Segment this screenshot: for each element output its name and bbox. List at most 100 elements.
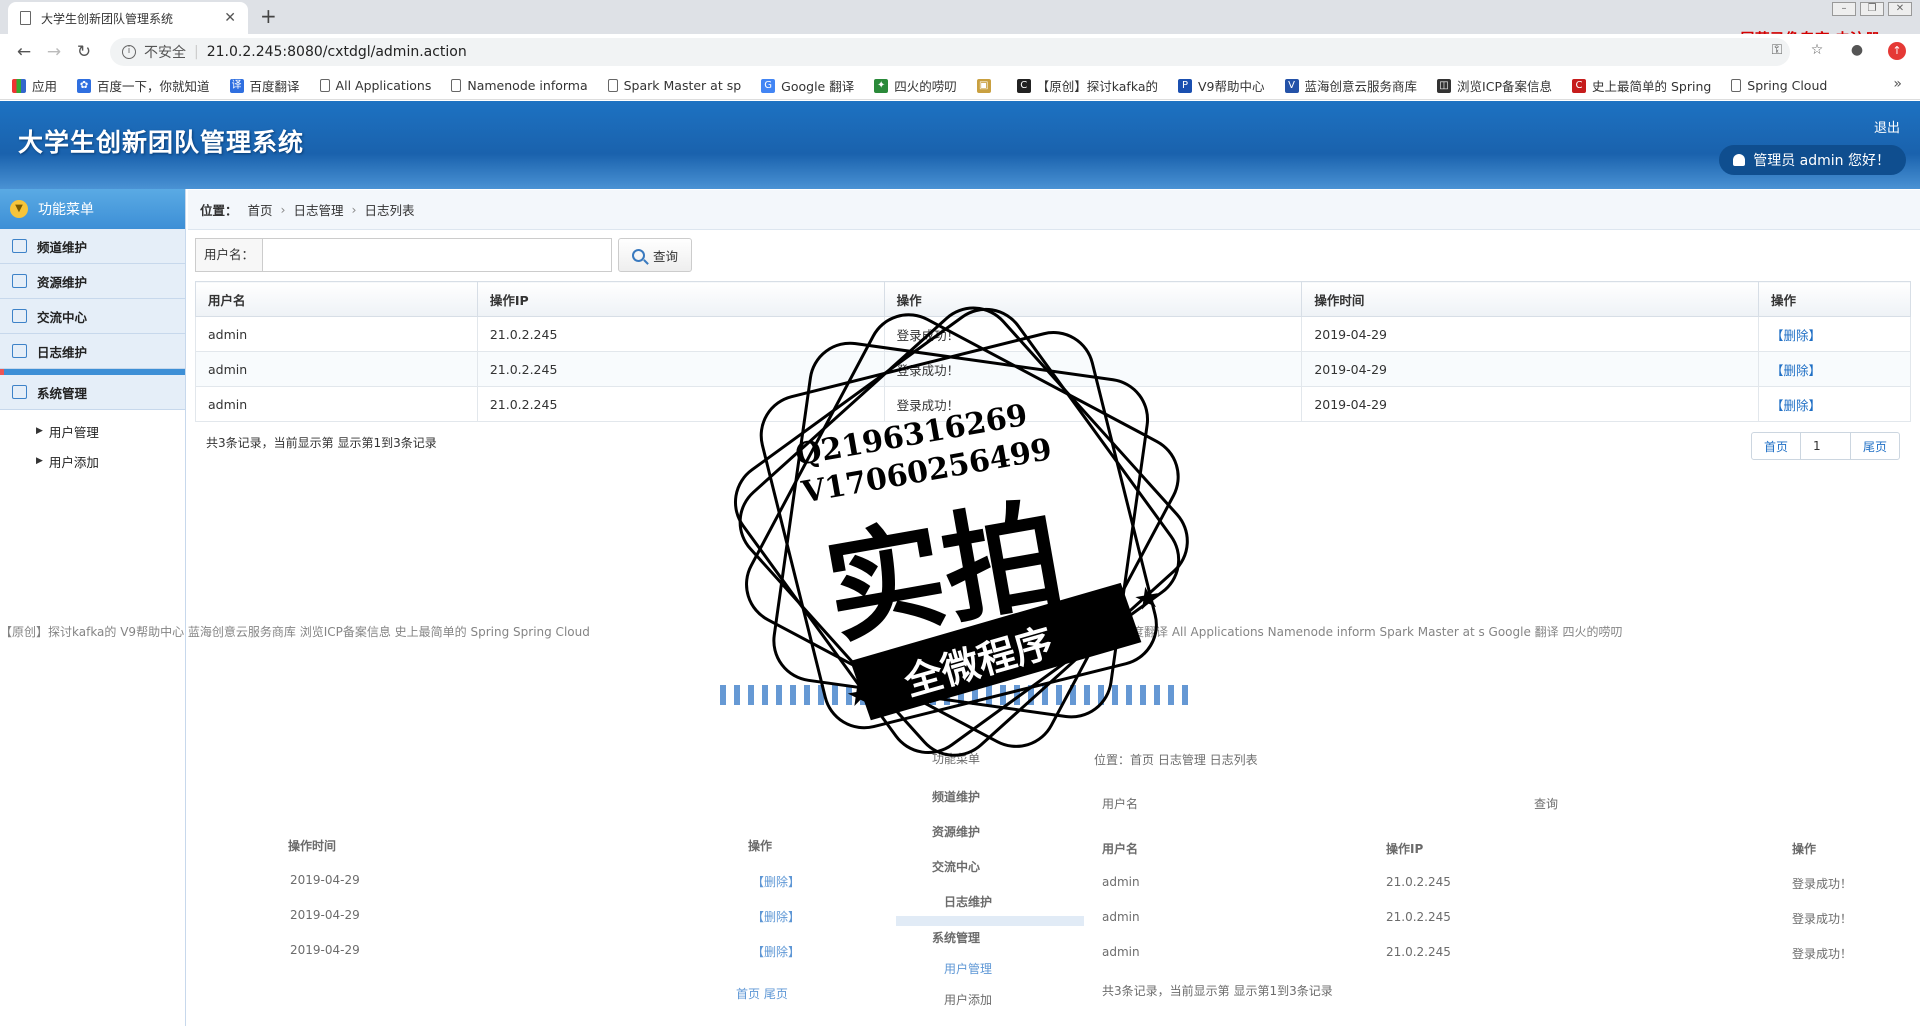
address-bar[interactable]: i 不安全 | 21.0.2.245:8080/cxtdgl/admin.act…: [110, 38, 1790, 66]
sidebar-item-system[interactable]: 系统管理: [0, 375, 185, 410]
bookmark-item[interactable]: C 【原创】探讨kafka的: [1016, 76, 1158, 95]
ghost-text: 位置：首页 日志管理 日志列表: [1094, 753, 1258, 767]
menu-header[interactable]: ▼ 功能菜单: [0, 189, 185, 229]
breadcrumb-log-manage[interactable]: 日志管理: [294, 200, 344, 219]
table-row: admin 21.0.2.245 登录成功！ 2019-04-29 【删除】: [195, 386, 1911, 422]
image-icon: ▣: [976, 78, 991, 93]
bookmark-item[interactable]: C 史上最简单的 Spring: [1571, 76, 1711, 95]
page-icon: [451, 79, 462, 92]
browser-tab[interactable]: 大学生创新团队管理系统 ✕: [8, 2, 248, 34]
bookmark-item[interactable]: ✿ 百度一下，你就知道: [77, 76, 210, 95]
table-header: 用户名 操作IP 操作 操作时间 操作: [195, 281, 1911, 317]
triangle-right-icon: ▶: [36, 456, 43, 466]
url-text[interactable]: 21.0.2.245:8080/cxtdgl/admin.action: [207, 44, 467, 60]
bookmark-apps[interactable]: 应用: [12, 76, 57, 95]
page-icon: [1731, 79, 1742, 92]
breadcrumb-label: 位置：: [200, 203, 238, 218]
minimize-icon[interactable]: –: [1832, 2, 1856, 16]
browser-toolbar: ← → ↻ i 不安全 | 21.0.2.245:8080/cxtdgl/adm…: [0, 34, 1920, 70]
ghost-text: 资源维护: [932, 825, 981, 839]
star-icon[interactable]: ☆: [1808, 42, 1826, 60]
fire-icon: ✦: [874, 78, 889, 93]
ghost-divider: [896, 916, 1084, 926]
column-ip: 操作IP: [476, 281, 885, 317]
submenu-user-manage[interactable]: ▶ 用户管理: [36, 416, 185, 446]
browser-tab-bar: 大学生创新团队管理系统 ✕ + – ❐ ✕: [0, 0, 1920, 34]
key-icon[interactable]: ⚿: [1768, 42, 1786, 60]
page-icon: [319, 79, 330, 92]
query-button[interactable]: 查询: [618, 238, 693, 272]
ghost-text: 共3条记录，当前显示第 显示第1到3条记录: [1102, 984, 1333, 998]
ghost-text: 首页 尾页: [736, 987, 788, 1001]
pc-icon: P: [1178, 78, 1192, 93]
toolbar-right-icons: ⚿ ☆ ● ↑: [1768, 42, 1906, 60]
icp-icon: ◫: [1437, 78, 1452, 93]
reload-icon[interactable]: ↻: [72, 42, 96, 62]
new-tab-button[interactable]: +: [260, 4, 277, 28]
sidebar-item-exchange[interactable]: 交流中心: [0, 299, 185, 334]
bookmark-item[interactable]: 译百度翻译: [229, 76, 300, 95]
ghost-text: 日志维护: [944, 895, 993, 909]
bookmark-item[interactable]: Namenode informa: [451, 78, 588, 93]
window-close-icon[interactable]: ✕: [1888, 2, 1912, 16]
breadcrumb-home[interactable]: 首页: [248, 200, 273, 219]
ghost-text: 系统管理: [932, 931, 981, 945]
ghost-text: 【删除】: [752, 945, 801, 959]
bookmark-item[interactable]: Spring Cloud: [1731, 78, 1827, 93]
cell-time: 2019-04-29: [1301, 386, 1760, 422]
back-icon[interactable]: ←: [12, 42, 36, 62]
ghost-header-band: [720, 685, 1190, 705]
ghost-text: admin: [1102, 875, 1140, 889]
table-row: admin 21.0.2.245 登录成功！ 2019-04-29 【删除】: [195, 316, 1911, 352]
username-input[interactable]: [262, 238, 613, 272]
restore-icon[interactable]: ❐: [1860, 2, 1884, 16]
ghost-text: 【删除】: [752, 875, 801, 889]
search-icon: [632, 248, 645, 262]
first-page-button[interactable]: 首页: [1752, 433, 1801, 459]
info-icon[interactable]: i: [122, 45, 136, 59]
close-icon[interactable]: ✕: [224, 10, 236, 26]
last-page-button[interactable]: 尾页: [1851, 433, 1899, 459]
bookmark-item[interactable]: ✦ 四火的唠叨: [874, 76, 957, 95]
bookmark-item[interactable]: P V9帮助中心: [1178, 76, 1265, 95]
table-row: admin 21.0.2.245 登录成功！ 2019-04-29 【删除】: [195, 351, 1911, 387]
search-bar: 用户名： 查询: [195, 238, 693, 272]
sidebar-item-log[interactable]: 日志维护: [0, 334, 185, 369]
bookmark-item[interactable]: All Applications: [319, 78, 431, 93]
ghost-text: 用户名: [1102, 842, 1139, 856]
record-summary: 共3条记录，当前显示第 显示第1到3条记录: [206, 436, 437, 450]
list-icon: [12, 239, 27, 253]
bookmark-item[interactable]: ◫ 浏览ICP备案信息: [1437, 76, 1552, 95]
cell-action: 登录成功！: [883, 386, 1303, 422]
update-icon[interactable]: ↑: [1888, 42, 1906, 60]
bookmark-item[interactable]: ▣: [976, 78, 997, 93]
sidebar-item-resource[interactable]: 资源维护: [0, 264, 185, 299]
cell-time: 2019-04-29: [1301, 351, 1760, 387]
bookmark-item[interactable]: G Google 翻译: [761, 76, 854, 95]
cell-action: 登录成功！: [883, 351, 1303, 387]
column-action: 操作: [883, 281, 1303, 317]
ghost-text: 登录成功！: [1792, 877, 1853, 891]
ghost-text: 登录成功！: [1792, 947, 1853, 961]
cell-ip: 21.0.2.245: [476, 351, 885, 387]
ghost-text: 用户名: [1102, 797, 1139, 811]
sidebar-item-channel[interactable]: 频道维护: [0, 229, 185, 264]
ghost-text: 21.0.2.245: [1386, 910, 1451, 924]
cell-username: admin: [195, 316, 478, 352]
ghost-text: admin: [1102, 945, 1140, 959]
comment-icon: [12, 274, 27, 288]
bookmark-item[interactable]: Spark Master at sp: [607, 78, 741, 93]
more-bookmarks-icon[interactable]: »: [1893, 76, 1902, 92]
ghost-text: 交流中心: [932, 860, 981, 874]
submenu-user-add[interactable]: ▶ 用户添加: [36, 446, 185, 476]
bookmark-item[interactable]: V 蓝海创意云服务商库: [1284, 76, 1417, 95]
forward-icon[interactable]: →: [42, 42, 66, 62]
delete-link[interactable]: 【删除】: [1771, 363, 1821, 378]
delete-link[interactable]: 【删除】: [1771, 398, 1821, 413]
username-label: 用户名：: [195, 238, 263, 272]
logout-link[interactable]: 退出: [1874, 117, 1900, 136]
delete-link[interactable]: 【删除】: [1771, 328, 1821, 343]
current-page-input[interactable]: 1: [1800, 433, 1851, 459]
profile-icon[interactable]: ●: [1848, 42, 1866, 60]
comment-icon: [12, 344, 27, 358]
